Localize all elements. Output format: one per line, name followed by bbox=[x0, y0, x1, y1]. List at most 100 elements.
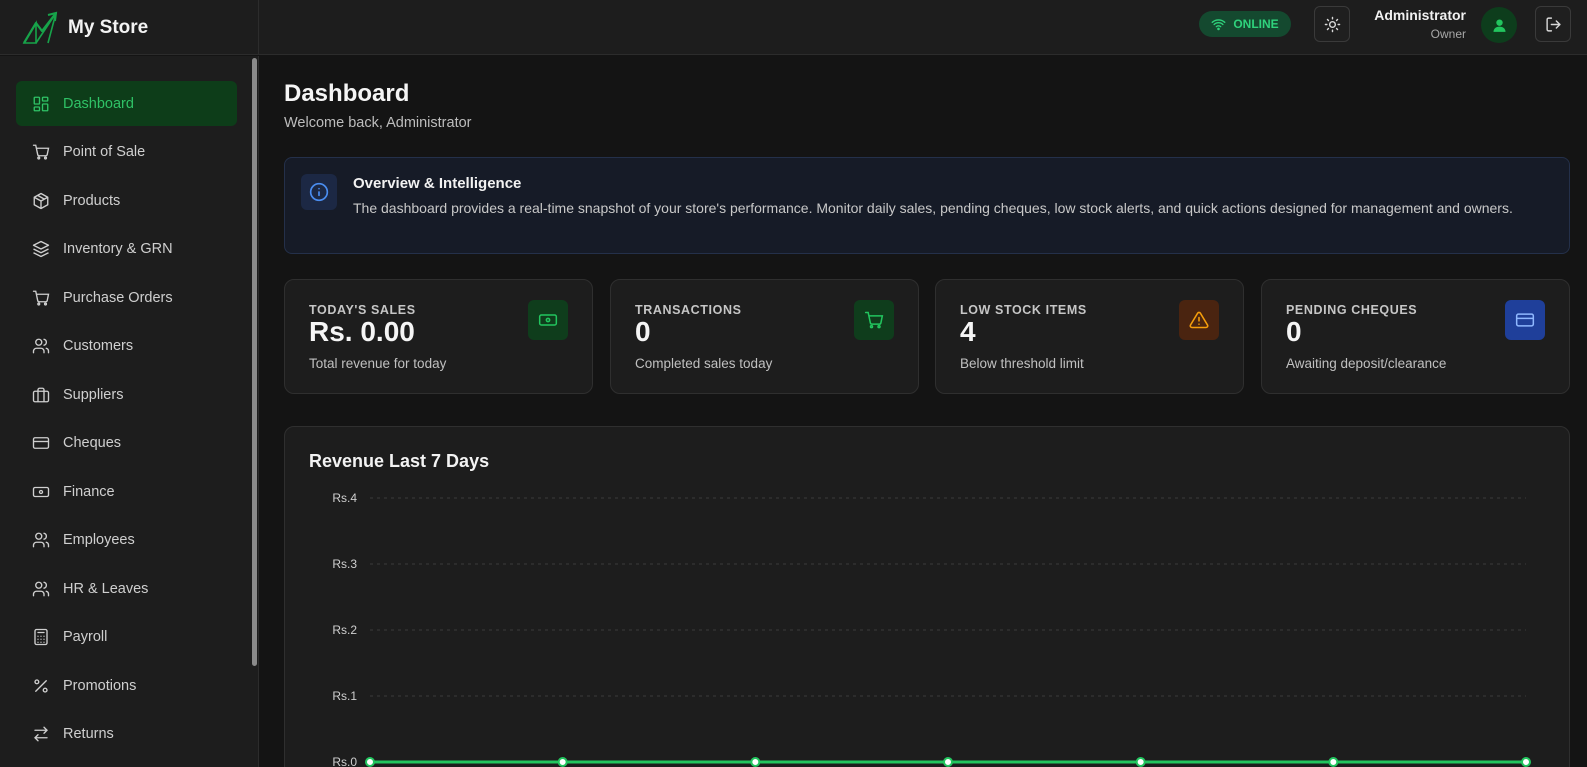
logout-button[interactable] bbox=[1535, 6, 1571, 42]
sidebar: Dashboard Point of Sale Products Invento… bbox=[0, 56, 259, 767]
cart-icon bbox=[864, 311, 884, 329]
sidebar-item-label: Employees bbox=[63, 531, 135, 548]
revenue-chart-card: Revenue Last 7 Days Rs.0 Rs.1 Rs.2 Rs.3 Rs.4 bbox=[284, 426, 1570, 767]
sidebar-item-hr-leaves[interactable]: HR & Leaves bbox=[16, 566, 237, 611]
stat-label: LOW STOCK ITEMS bbox=[960, 303, 1087, 317]
layout-grid-icon bbox=[33, 96, 49, 111]
user-name: Administrator bbox=[1374, 7, 1466, 23]
wifi-icon bbox=[1211, 18, 1226, 30]
chart-y-tick-label: Rs.3 bbox=[332, 557, 357, 571]
chart-data-point[interactable] bbox=[1328, 757, 1339, 767]
sidebar-item-label: HR & Leaves bbox=[63, 580, 149, 597]
sidebar-item-suppliers[interactable]: Suppliers bbox=[16, 372, 237, 417]
user-role: Owner bbox=[1430, 27, 1466, 41]
brand-name: My Store bbox=[68, 16, 149, 38]
package-icon bbox=[33, 192, 49, 209]
stat-label: TRANSACTIONS bbox=[635, 303, 742, 317]
chart-data-point[interactable] bbox=[557, 757, 568, 767]
stat-value: Rs. 0.00 bbox=[309, 316, 415, 347]
chart-data-point[interactable] bbox=[1135, 757, 1146, 767]
stat-description: Awaiting deposit/clearance bbox=[1286, 356, 1447, 371]
overview-info-box: Overview & Intelligence The dashboard pr… bbox=[284, 157, 1570, 254]
sidebar-item-employees[interactable]: Employees bbox=[16, 517, 237, 562]
online-status-text: ONLINE bbox=[1233, 17, 1279, 31]
online-status-badge: ONLINE bbox=[1199, 11, 1291, 37]
sidebar-item-payroll[interactable]: Payroll bbox=[16, 614, 237, 659]
info-icon-container bbox=[301, 174, 337, 210]
stat-icon-container bbox=[1179, 300, 1219, 340]
sidebar-scrollbar[interactable] bbox=[252, 58, 257, 666]
chart-y-tick-label: Rs.1 bbox=[332, 689, 357, 703]
sidebar-item-label: Cheques bbox=[63, 434, 122, 451]
stat-description: Completed sales today bbox=[635, 356, 773, 371]
banknote-icon bbox=[538, 314, 558, 326]
sidebar-item-label: Inventory & GRN bbox=[63, 240, 173, 257]
percent-icon bbox=[34, 678, 48, 693]
sidebar-item-finance[interactable]: Finance bbox=[16, 469, 237, 514]
sidebar-item-label: Products bbox=[63, 192, 121, 209]
brand[interactable]: My Store bbox=[0, 0, 259, 55]
credit-card-icon bbox=[32, 436, 50, 449]
store-logo-icon bbox=[22, 11, 58, 44]
info-text: The dashboard provides a real-time snaps… bbox=[353, 200, 1513, 216]
stat-card-todays-sales[interactable]: TODAY'S SALES Rs. 0.00 Total revenue for… bbox=[284, 279, 593, 394]
sidebar-item-label: Finance bbox=[63, 483, 115, 500]
stat-icon-container bbox=[528, 300, 568, 340]
sidebar-item-promotions[interactable]: Promotions bbox=[16, 663, 237, 708]
sidebar-item-label: Point of Sale bbox=[63, 143, 146, 160]
sun-icon bbox=[1324, 16, 1340, 32]
sidebar-item-products[interactable]: Products bbox=[16, 178, 237, 223]
logout-icon bbox=[1545, 16, 1561, 32]
sidebar-item-label: Payroll bbox=[63, 628, 108, 645]
chart-y-tick-label: Rs.2 bbox=[332, 623, 357, 637]
briefcase-icon bbox=[32, 387, 50, 402]
banknote-icon bbox=[32, 486, 50, 497]
stat-value: 0 bbox=[635, 316, 651, 347]
sidebar-item-point-of-sale[interactable]: Point of Sale bbox=[16, 129, 237, 174]
arrows-swap-icon bbox=[34, 726, 48, 741]
users-icon bbox=[32, 581, 50, 596]
sidebar-item-returns[interactable]: Returns bbox=[16, 711, 237, 756]
cart-icon bbox=[32, 144, 50, 160]
sidebar-item-label: Purchase Orders bbox=[63, 289, 173, 306]
stat-icon-container bbox=[1505, 300, 1545, 340]
sidebar-item-label: Customers bbox=[63, 337, 134, 354]
alert-triangle-icon bbox=[1189, 311, 1209, 329]
layers-icon bbox=[32, 240, 50, 257]
credit-card-icon bbox=[1515, 313, 1535, 327]
stat-value: 4 bbox=[960, 316, 976, 347]
sidebar-item-customers[interactable]: Customers bbox=[16, 323, 237, 368]
chart-data-point[interactable] bbox=[365, 757, 375, 767]
page-title: Dashboard bbox=[284, 80, 410, 107]
cart-icon bbox=[32, 290, 50, 306]
stat-card-pending-cheques[interactable]: PENDING CHEQUES 0 Awaiting deposit/clear… bbox=[1261, 279, 1570, 394]
sidebar-item-inventory-grn[interactable]: Inventory & GRN bbox=[16, 226, 237, 271]
chart-data-point[interactable] bbox=[750, 757, 761, 767]
revenue-line-chart: Rs.0 Rs.1 Rs.2 Rs.3 Rs.4 bbox=[332, 491, 1531, 767]
chart-data-point[interactable] bbox=[1521, 757, 1531, 767]
stat-card-transactions[interactable]: TRANSACTIONS 0 Completed sales today bbox=[610, 279, 919, 394]
sidebar-item-purchase-orders[interactable]: Purchase Orders bbox=[16, 275, 237, 320]
page-subtitle: Welcome back, Administrator bbox=[284, 115, 472, 131]
stat-label: PENDING CHEQUES bbox=[1286, 303, 1418, 317]
sidebar-item-cheques[interactable]: Cheques bbox=[16, 420, 237, 465]
users-icon bbox=[32, 532, 50, 547]
info-title: Overview & Intelligence bbox=[353, 175, 522, 192]
users-icon bbox=[32, 338, 50, 353]
chart-data-point[interactable] bbox=[943, 757, 953, 767]
user-icon bbox=[1492, 18, 1506, 32]
stat-value: 0 bbox=[1286, 316, 1302, 347]
calculator-icon bbox=[34, 628, 48, 645]
theme-toggle-button[interactable] bbox=[1314, 6, 1350, 42]
sidebar-item-dashboard[interactable]: Dashboard bbox=[16, 81, 237, 126]
stat-icon-container bbox=[854, 300, 894, 340]
stat-description: Total revenue for today bbox=[309, 356, 447, 371]
sidebar-item-label: Suppliers bbox=[63, 386, 124, 403]
top-header: My Store ONLINE Administrator Owner bbox=[0, 0, 1587, 55]
avatar[interactable] bbox=[1481, 7, 1517, 43]
sidebar-item-label: Dashboard bbox=[63, 95, 134, 112]
stat-label: TODAY'S SALES bbox=[309, 303, 416, 317]
stat-description: Below threshold limit bbox=[960, 356, 1084, 371]
chart-y-tick-label: Rs.4 bbox=[332, 491, 357, 505]
stat-card-low-stock[interactable]: LOW STOCK ITEMS 4 Below threshold limit bbox=[935, 279, 1244, 394]
